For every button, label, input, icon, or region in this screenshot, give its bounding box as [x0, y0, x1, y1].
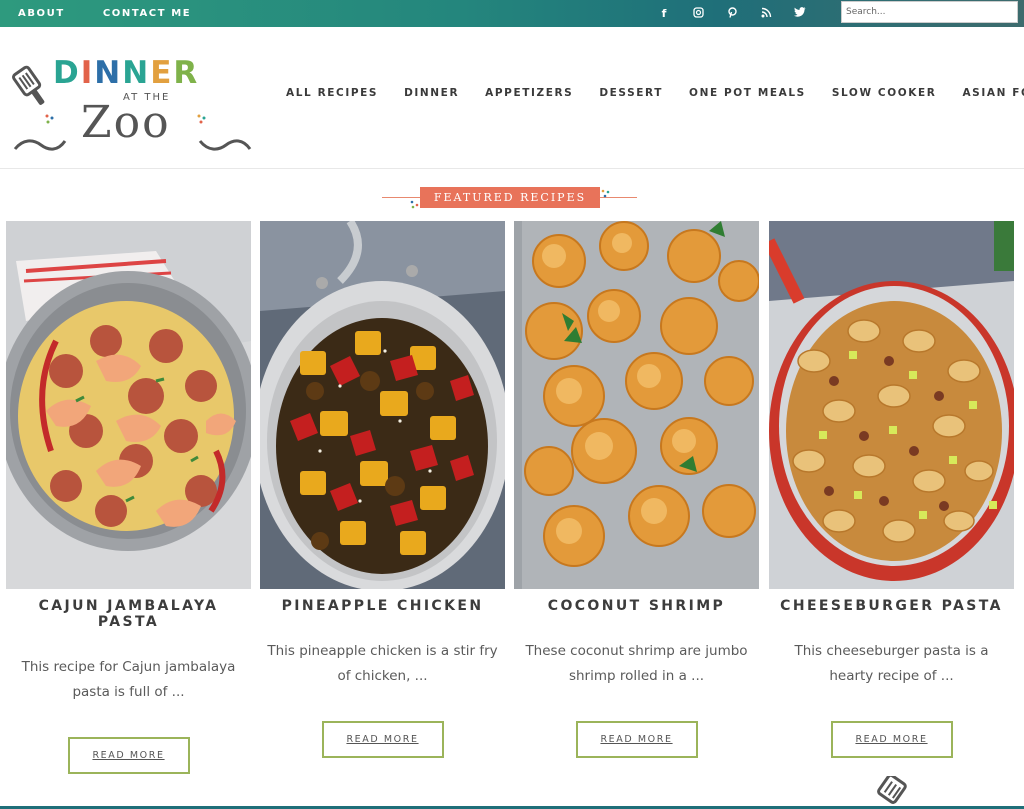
top-bar: ABOUT CONTACT ME f — [0, 0, 1024, 27]
top-nav-about[interactable]: ABOUT — [18, 8, 65, 19]
recipe-excerpt: This recipe for Cajun jambalaya pasta is… — [21, 659, 236, 700]
top-nav: ABOUT CONTACT ME — [18, 8, 229, 19]
logo-dots-icon — [197, 114, 206, 124]
featured-label: FEATURED RECIPES — [420, 187, 600, 208]
logo-letter: N — [122, 55, 151, 91]
main-nav: ALL RECIPES DINNER APPETIZERS DESSERT ON… — [286, 87, 1024, 99]
recipe-image[interactable] — [769, 221, 1014, 589]
recipe-excerpt: This pineapple chicken is a stir fry of … — [267, 643, 498, 684]
dots-icon — [410, 200, 419, 209]
rss-icon[interactable] — [757, 7, 775, 21]
logo-letter: E — [150, 55, 174, 91]
read-more-button[interactable]: READ MORE — [67, 737, 190, 774]
logo-letter: I — [80, 55, 95, 91]
recipe-excerpt: These coconut shrimp are jumbo shrimp ro… — [525, 643, 748, 684]
read-more-button[interactable]: READ MORE — [575, 721, 698, 758]
instagram-icon[interactable] — [689, 6, 707, 21]
nav-dessert[interactable]: DESSERT — [599, 87, 663, 99]
recipe-card: COCONUT SHRIMP These coconut shrimp are … — [514, 221, 759, 758]
nav-dinner[interactable]: DINNER — [404, 87, 459, 99]
dots-icon — [601, 189, 610, 198]
facebook-icon[interactable]: f — [655, 7, 673, 20]
logo-letter: R — [173, 55, 200, 91]
recipe-image[interactable] — [260, 221, 505, 589]
featured-heading: FEATURED RECIPES — [382, 186, 637, 210]
logo-dinner-text: DINNER — [53, 55, 199, 91]
top-nav-contact[interactable]: CONTACT ME — [103, 8, 191, 19]
recipe-title[interactable]: CAJUN JAMBALAYA PASTA — [6, 598, 251, 630]
logo-zoo: Zoo — [81, 97, 171, 148]
twitter-icon[interactable] — [791, 7, 809, 20]
recipe-image[interactable] — [6, 221, 251, 589]
nav-appetizers[interactable]: APPETIZERS — [485, 87, 573, 99]
recipe-image[interactable] — [514, 221, 759, 589]
recipe-excerpt: This cheeseburger pasta is a hearty reci… — [794, 643, 989, 684]
site-header: DINNER AT THE Zoo ALL RECIPES DINNER APP… — [0, 27, 1024, 169]
nav-one-pot-meals[interactable]: ONE POT MEALS — [689, 87, 806, 99]
search-input[interactable] — [841, 1, 1018, 23]
recipe-title[interactable]: CHEESEBURGER PASTA — [769, 598, 1014, 614]
recipe-card: PINEAPPLE CHICKEN This pineapple chicken… — [260, 221, 505, 758]
pinterest-icon[interactable] — [723, 6, 741, 21]
recipe-title[interactable]: COCONUT SHRIMP — [514, 598, 759, 614]
logo-letter: D — [53, 55, 81, 91]
nav-all-recipes[interactable]: ALL RECIPES — [286, 87, 378, 99]
nav-asian-food[interactable]: ASIAN FOOD — [962, 87, 1024, 99]
read-more-button[interactable]: READ MORE — [830, 721, 953, 758]
recipe-card: CHEESEBURGER PASTA This cheeseburger pas… — [769, 221, 1014, 758]
nav-slow-cooker[interactable]: SLOW COOKER — [832, 87, 937, 99]
logo-letter: N — [94, 55, 123, 91]
logo-dots-icon — [45, 114, 54, 124]
logo-swirl-right-icon — [198, 139, 252, 151]
logo-swirl-left-icon — [13, 139, 67, 151]
site-logo[interactable]: DINNER AT THE Zoo — [8, 55, 253, 151]
recipe-card: CAJUN JAMBALAYA PASTA This recipe for Ca… — [6, 221, 251, 774]
logo-spatula-icon — [12, 65, 45, 105]
read-more-button[interactable]: READ MORE — [321, 721, 444, 758]
recipe-title[interactable]: PINEAPPLE CHICKEN — [260, 598, 505, 614]
spatula-icon — [877, 776, 907, 804]
social-icons: f — [655, 0, 809, 27]
